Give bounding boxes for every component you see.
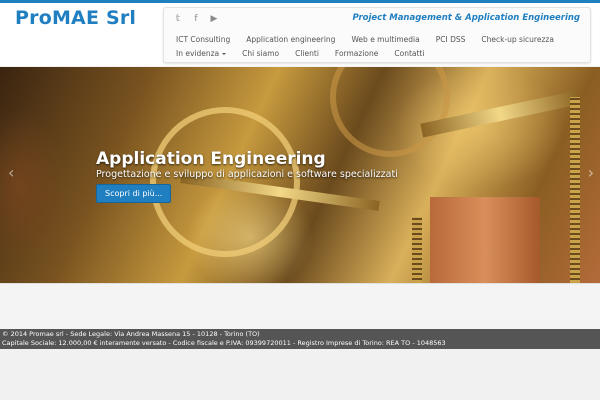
- hero-image-gear: [330, 67, 450, 157]
- hero-image-wood: [430, 197, 540, 283]
- footer-company-info: Capitale Sociale: 12.000,00 € interament…: [2, 339, 446, 347]
- menu-item-application-engineering[interactable]: Application engineering: [238, 35, 343, 44]
- hero-read-more-button[interactable]: Scopri di più...: [96, 184, 172, 203]
- menu-item-in-evidenza[interactable]: In evidenza: [168, 49, 234, 58]
- hero-image-chain: [412, 217, 422, 283]
- site-footer: © 2014 Promae srl - Sede Legale: Via And…: [0, 329, 600, 349]
- menu-item-pci-dss[interactable]: PCI DSS: [428, 35, 474, 44]
- hero-title: Application Engineering: [96, 149, 326, 169]
- footer-copyright: © 2014 Promae srl - Sede Legale: Via And…: [2, 330, 260, 338]
- chevron-down-icon: [222, 53, 227, 55]
- menu-item-formazione[interactable]: Formazione: [327, 49, 386, 58]
- menu-item-web-multimedia[interactable]: Web e multimedia: [343, 35, 427, 44]
- menu-item-ict-consulting[interactable]: ICT Consulting: [168, 35, 238, 44]
- social-links: 𝕥 f ▶: [173, 14, 219, 24]
- menu-item-contatti[interactable]: Contatti: [386, 49, 432, 58]
- site-logo[interactable]: ProMAE Srl: [15, 7, 136, 29]
- twitter-icon[interactable]: 𝕥: [173, 14, 183, 24]
- page-bottom: [0, 349, 600, 400]
- facebook-icon[interactable]: f: [191, 14, 201, 24]
- site-header: ProMAE Srl 𝕥 f ▶ Project Management & Ap…: [0, 3, 600, 66]
- menu-item-clienti[interactable]: Clienti: [287, 49, 327, 58]
- hero-slider: ‹ › Application Engineering Progettazion…: [0, 67, 600, 283]
- hero-subtitle: Progettazione e sviluppo di applicazioni…: [96, 169, 398, 180]
- main-menu-row-2: In evidenza Chi siamo Clienti Formazione…: [168, 49, 432, 58]
- content-area: [0, 283, 600, 329]
- slider-prev-arrow[interactable]: ‹: [8, 163, 14, 182]
- youtube-icon[interactable]: ▶: [209, 14, 219, 24]
- menu-item-in-evidenza-label: In evidenza: [176, 49, 220, 58]
- navigation-panel: 𝕥 f ▶ Project Management & Application E…: [163, 7, 591, 63]
- main-menu-row-1: ICT Consulting Application engineering W…: [168, 35, 562, 44]
- menu-item-check-up-sicurezza[interactable]: Check-up sicurezza: [473, 35, 562, 44]
- site-tagline: Project Management & Application Enginee…: [352, 13, 581, 23]
- hero-image-chain: [570, 97, 580, 283]
- slider-next-arrow[interactable]: ›: [588, 163, 594, 182]
- menu-item-chi-siamo[interactable]: Chi siamo: [234, 49, 287, 58]
